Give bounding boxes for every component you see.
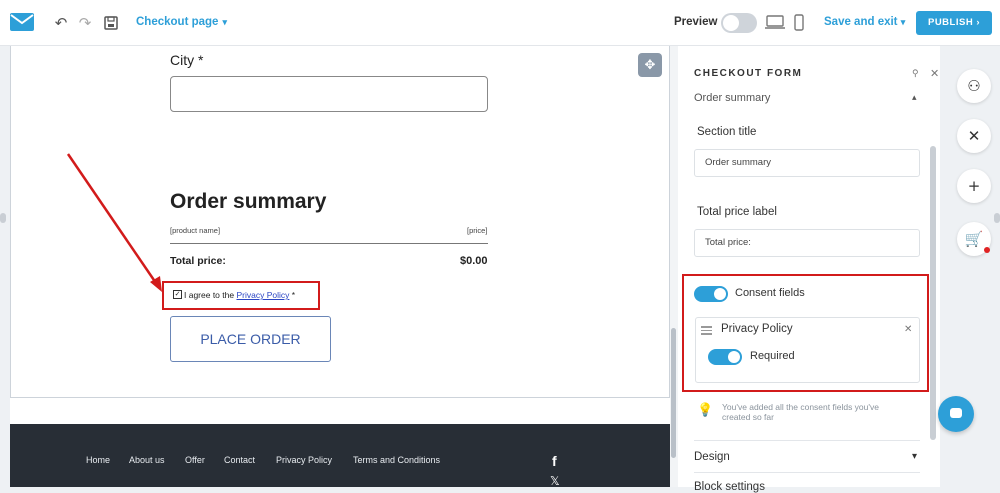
consent-checkbox[interactable]: ✓ [173, 290, 182, 299]
chevron-down-icon[interactable]: ▾ [912, 451, 917, 462]
consent-fields-toggle[interactable] [694, 286, 728, 302]
footer-link-about[interactable]: About us [129, 455, 165, 465]
chevron-down-icon: ▾ [222, 17, 227, 27]
total-price-label: Total price: [170, 255, 226, 267]
add-icon[interactable]: + [957, 169, 991, 203]
consent-prefix: I agree to the [184, 290, 235, 300]
publish-label: PUBLISH [927, 17, 974, 28]
summary-divider [170, 243, 488, 244]
privacy-policy-label: Privacy Policy [721, 323, 793, 335]
required-toggle[interactable] [708, 349, 742, 365]
remove-icon[interactable]: ✕ [904, 324, 912, 335]
desktop-icon[interactable] [765, 14, 785, 30]
total-price-value: $0.00 [460, 255, 488, 267]
facebook-icon[interactable]: f [552, 453, 557, 469]
save-and-exit-label: Save and exit [824, 16, 898, 28]
required-label: Required [750, 350, 795, 362]
lightbulb-icon: 💡 [697, 402, 714, 417]
page-selector[interactable]: Checkout page ▾ [136, 16, 227, 28]
pin-icon[interactable]: ⚲ [912, 68, 919, 79]
panel-scrollbar[interactable] [930, 146, 936, 440]
chevron-down-icon: ▾ [900, 17, 906, 27]
envelope-logo-icon[interactable] [10, 13, 34, 31]
footer-link-home[interactable]: Home [86, 455, 110, 465]
total-price-label-input[interactable]: Total price: [694, 229, 920, 257]
place-order-button[interactable]: PLACE ORDER [170, 316, 331, 362]
section-title-label: Section title [697, 126, 757, 138]
chat-icon[interactable] [938, 396, 974, 432]
product-name-placeholder: [product name] [170, 226, 221, 235]
move-handle-icon[interactable]: ✥ [638, 53, 662, 77]
total-price-label-label: Total price label [697, 206, 777, 218]
undo-icon[interactable]: ↶ [52, 14, 70, 32]
footer-link-privacy[interactable]: Privacy Policy [276, 455, 332, 465]
chevron-right-icon: › [976, 17, 980, 28]
canvas-scroll-thumb[interactable] [671, 328, 676, 458]
save-and-exit-button[interactable]: Save and exit ▾ [824, 16, 905, 28]
city-input[interactable] [170, 76, 488, 112]
redo-icon[interactable]: ↷ [76, 14, 94, 32]
panel-title: CHECKOUT FORM [694, 68, 803, 79]
divider [694, 440, 920, 441]
city-field-label: City * [170, 52, 204, 68]
sitemap-icon[interactable]: ⚇ [957, 69, 991, 103]
order-summary-title: Order summary [170, 190, 327, 213]
section-title-input[interactable]: Order summary [694, 149, 920, 177]
consent-hint-text: You've added all the consent fields you'… [722, 402, 879, 422]
chevron-up-icon[interactable]: ▴ [912, 92, 917, 103]
divider [694, 472, 920, 473]
right-edge-handle[interactable] [994, 213, 1000, 223]
consent-fields-label: Consent fields [735, 287, 805, 299]
close-icon[interactable]: ✕ [930, 67, 939, 80]
publish-button[interactable]: PUBLISH › [916, 11, 992, 35]
cart-notification-badge [984, 247, 990, 253]
x-twitter-icon[interactable]: 𝕏 [550, 474, 560, 488]
section-name[interactable]: Order summary [694, 92, 770, 104]
footer-link-terms[interactable]: Terms and Conditions [353, 455, 440, 465]
mobile-icon[interactable] [793, 14, 805, 32]
preview-label: Preview [674, 16, 718, 28]
block-settings-label[interactable]: Block settings [694, 481, 765, 493]
design-section-label[interactable]: Design [694, 451, 730, 463]
preview-toggle[interactable] [721, 13, 757, 33]
close-icon[interactable]: ✕ [957, 119, 991, 153]
consent-required-mark: * [291, 290, 296, 300]
footer-link-offer[interactable]: Offer [185, 455, 205, 465]
drag-handle-icon[interactable] [701, 326, 712, 337]
privacy-policy-link[interactable]: Privacy Policy [236, 290, 289, 300]
page-name-label: Checkout page [136, 16, 219, 28]
consent-text: I agree to the Privacy Policy * [184, 290, 295, 300]
price-placeholder: [price] [467, 226, 488, 235]
footer-link-contact[interactable]: Contact [224, 455, 255, 465]
save-icon[interactable] [102, 14, 120, 32]
left-edge-handle[interactable] [0, 213, 6, 223]
